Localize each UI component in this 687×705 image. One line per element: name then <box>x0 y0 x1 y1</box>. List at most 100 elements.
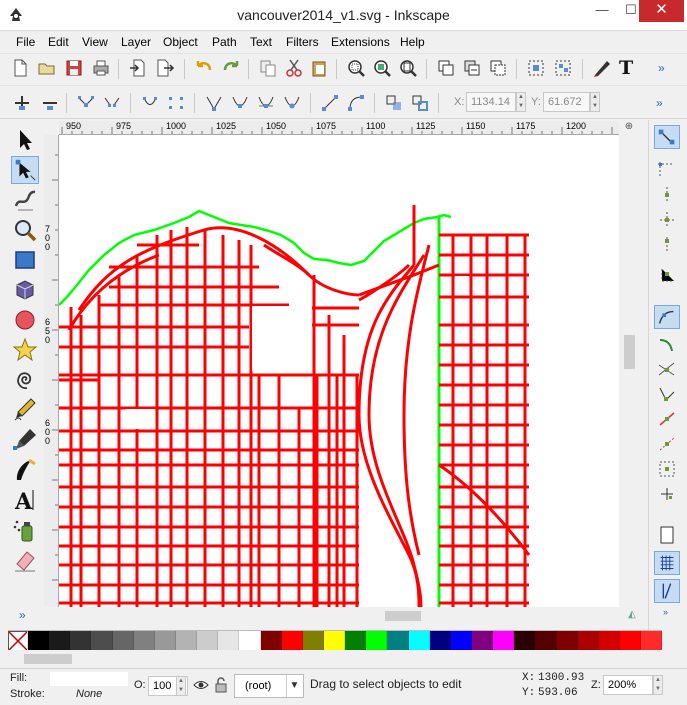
snap-rotation-center-icon[interactable] <box>654 482 680 506</box>
star-tool-icon[interactable] <box>11 336 39 364</box>
new-document-icon[interactable] <box>10 58 30 78</box>
color-swatch[interactable] <box>154 631 176 651</box>
toolbox-overflow-button[interactable]: » <box>19 608 26 622</box>
menu-object[interactable]: Object <box>163 35 198 49</box>
snap-bbox-edge-icon[interactable] <box>654 183 680 207</box>
snap-bbox-icon[interactable] <box>654 158 680 182</box>
snap-line-midpoints-icon[interactable] <box>654 432 680 456</box>
smooth-node-icon[interactable] <box>230 93 250 113</box>
zoom-tool-icon[interactable] <box>11 216 39 244</box>
stroke-value[interactable]: None <box>76 688 102 700</box>
join-nodes-icon[interactable] <box>76 93 96 113</box>
color-swatch[interactable] <box>450 631 472 651</box>
zoom-drawing-icon[interactable] <box>372 58 392 78</box>
eraser-tool-icon[interactable] <box>11 546 39 574</box>
color-swatch[interactable] <box>514 631 536 651</box>
snap-grid-icon[interactable] <box>654 551 680 575</box>
node-tool-icon[interactable] <box>11 156 39 184</box>
color-swatch[interactable] <box>556 631 578 651</box>
menu-help[interactable]: Help <box>400 35 425 49</box>
symmetric-node-icon[interactable] <box>256 93 276 113</box>
x-spinner[interactable]: ▲ ▼ <box>516 92 526 112</box>
y-spinner[interactable]: ▲ ▼ <box>590 92 600 112</box>
no-paint-swatch[interactable] <box>8 631 28 651</box>
color-swatch[interactable] <box>619 631 642 651</box>
save-icon[interactable] <box>64 58 84 78</box>
pencil-tool-icon[interactable] <box>11 396 39 424</box>
lock-guides-icon[interactable]: ◭ <box>626 609 638 623</box>
export-icon[interactable] <box>155 58 175 78</box>
controls-overflow-button[interactable]: » <box>656 96 663 110</box>
stroke-to-path-icon[interactable] <box>410 93 430 113</box>
spiral-tool-icon[interactable] <box>11 366 39 394</box>
selector-tool-icon[interactable] <box>11 126 39 154</box>
clone-icon[interactable] <box>462 58 482 78</box>
open-icon[interactable] <box>37 58 57 78</box>
snap-path-intersections-icon[interactable] <box>654 357 680 381</box>
color-swatch[interactable] <box>345 631 367 651</box>
menu-extensions[interactable]: Extensions <box>331 35 390 49</box>
color-swatch[interactable] <box>577 631 599 651</box>
zoom-spinner[interactable]: ▲ ▼ <box>653 675 663 695</box>
horizontal-scrollbar[interactable] <box>59 607 621 625</box>
snap-bbox-corner-icon[interactable] <box>654 208 680 232</box>
street-network[interactable] <box>59 205 531 607</box>
calligraphy-tool-icon[interactable] <box>11 456 39 484</box>
menu-edit[interactable]: Edit <box>48 35 69 49</box>
duplicate-icon[interactable] <box>436 58 456 78</box>
delete-segment-icon[interactable] <box>166 93 186 113</box>
color-swatch[interactable] <box>112 631 134 651</box>
color-swatch[interactable] <box>323 631 346 651</box>
color-swatch[interactable] <box>429 631 451 651</box>
paste-icon[interactable] <box>309 58 329 78</box>
color-swatch[interactable] <box>218 631 240 651</box>
menu-text[interactable]: Text <box>250 35 272 49</box>
color-swatch[interactable] <box>281 631 303 651</box>
vertical-ruler[interactable]: 700 650 600 <box>44 135 59 607</box>
group-icon[interactable] <box>553 58 573 78</box>
tweak-tool-icon[interactable] <box>11 186 39 214</box>
vertical-scroll-thumb[interactable] <box>624 335 635 369</box>
color-swatch[interactable] <box>239 631 261 651</box>
pen-tool-icon[interactable] <box>11 426 39 454</box>
text-tool-icon[interactable]: A <box>11 486 39 514</box>
redo-icon[interactable] <box>221 58 241 78</box>
menu-view[interactable]: View <box>82 35 108 49</box>
menu-path[interactable]: Path <box>212 35 237 49</box>
snap-bbox-midpoint-icon[interactable] <box>654 233 680 257</box>
undo-icon[interactable] <box>194 58 214 78</box>
rectangle-tool-icon[interactable] <box>11 246 39 274</box>
text-font-icon[interactable]: T <box>616 57 636 77</box>
zoom-selection-icon[interactable] <box>346 58 366 78</box>
snap-smooth-nodes-icon[interactable] <box>654 407 680 431</box>
color-swatch[interactable] <box>91 631 113 651</box>
snap-guide-icon[interactable] <box>654 579 680 603</box>
segment-curve-icon[interactable] <box>346 93 366 113</box>
spray-tool-icon[interactable] <box>11 516 39 544</box>
join-segment-icon[interactable] <box>140 93 160 113</box>
snap-page-border-icon[interactable] <box>654 523 680 547</box>
menu-file[interactable]: File <box>16 35 35 49</box>
vertical-scrollbar[interactable] <box>621 135 638 607</box>
shoreline-coast[interactable] <box>436 213 452 219</box>
3d-box-tool-icon[interactable] <box>11 276 39 304</box>
color-swatch[interactable] <box>408 631 430 651</box>
horizontal-ruler[interactable]: 950 975 1000 1025 1050 1075 1100 1125 11… <box>59 121 619 135</box>
y-coordinate-field[interactable]: 61.672 <box>543 92 590 112</box>
color-swatch[interactable] <box>197 631 219 651</box>
auto-smooth-node-icon[interactable] <box>282 93 302 113</box>
fill-stroke-icon[interactable] <box>592 58 612 78</box>
object-to-path-icon[interactable] <box>384 93 404 113</box>
color-swatch[interactable] <box>366 631 388 651</box>
toggle-layer-lock-icon[interactable] <box>214 677 228 693</box>
segment-line-icon[interactable] <box>320 93 340 113</box>
snap-nodes-icon[interactable] <box>654 305 680 329</box>
color-swatch[interactable] <box>70 631 92 651</box>
insert-node-icon[interactable] <box>12 93 32 113</box>
snap-overflow-button[interactable]: » <box>663 607 668 617</box>
break-path-icon[interactable] <box>102 93 122 113</box>
color-swatch[interactable] <box>133 631 155 651</box>
ellipse-tool-icon[interactable] <box>11 306 39 334</box>
import-icon[interactable] <box>128 58 148 78</box>
close-button[interactable]: ✕ <box>639 0 684 22</box>
